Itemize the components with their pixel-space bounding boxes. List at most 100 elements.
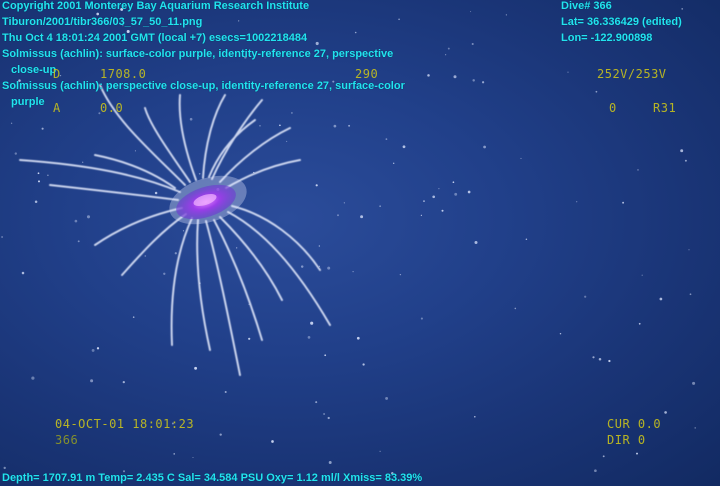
jellyfish-tentacles (19, 84, 331, 376)
particle (420, 317, 423, 320)
particle (224, 390, 227, 394)
particle (238, 20, 240, 22)
particle (1, 236, 4, 238)
hud-altitude-value: 0.0 (100, 101, 124, 115)
sensor-readout: Depth= 1707.91 m Temp= 2.435 C Sal= 34.5… (2, 472, 423, 484)
latitude: Lat= 36.336429 (edited) (561, 16, 682, 28)
tentacle (144, 107, 191, 183)
particle (3, 466, 6, 470)
particle (379, 205, 381, 207)
particle (14, 152, 17, 155)
tentacle (219, 216, 283, 301)
particle (96, 347, 100, 350)
particle (472, 79, 475, 82)
particle (474, 415, 476, 418)
particle (641, 274, 643, 276)
particle (393, 162, 395, 164)
particle (37, 180, 41, 183)
particle (279, 124, 281, 127)
particle (96, 12, 100, 16)
particle (379, 450, 381, 452)
hud-date-time: 04-OCT-01 18:01:23 (55, 417, 195, 431)
particle (41, 127, 44, 130)
particle (471, 42, 474, 46)
hud-voltage: 252V/253V (597, 67, 667, 81)
particle (348, 124, 351, 127)
particle (356, 336, 360, 340)
particle (122, 380, 125, 384)
particle (144, 255, 147, 257)
hud-current: CUR 0.0 (607, 417, 662, 431)
particle (354, 31, 357, 34)
particle (189, 117, 193, 121)
particle (182, 230, 185, 232)
particle (481, 81, 485, 84)
particle (467, 190, 471, 194)
particle (300, 265, 304, 268)
copyright-text: Copyright 2001 Monterey Bay Aquarium Res… (2, 0, 310, 12)
particle (447, 47, 450, 50)
particle (333, 124, 337, 128)
particle (318, 245, 320, 247)
particle (402, 145, 406, 149)
particle (337, 214, 339, 217)
tentacle (49, 184, 179, 201)
tentacle (211, 99, 263, 180)
particle (360, 215, 364, 219)
particle (559, 332, 562, 335)
particle (327, 416, 330, 420)
dive-number: Dive# 366 (561, 0, 612, 12)
annotation-2-line-2: purple (11, 96, 45, 108)
particle (427, 74, 430, 77)
particle (608, 359, 611, 363)
particle (453, 75, 457, 79)
particle (352, 270, 354, 273)
particle (622, 201, 625, 204)
particle (154, 191, 158, 195)
particle (173, 453, 175, 455)
particle (420, 214, 422, 216)
tentacle (213, 219, 263, 341)
particle (324, 354, 327, 357)
particle (505, 14, 508, 16)
particle (520, 157, 522, 159)
particle (399, 273, 402, 276)
particle (315, 41, 319, 46)
particle (688, 249, 690, 251)
particle (310, 321, 314, 325)
particle (90, 379, 94, 383)
particle (664, 411, 667, 414)
particle (77, 240, 80, 243)
particle (438, 188, 440, 190)
particle (91, 348, 95, 352)
particle (315, 401, 318, 404)
particle (174, 252, 177, 255)
particle (271, 440, 274, 443)
tentacle (196, 219, 211, 351)
hud-depth-label: D (53, 67, 61, 81)
particle (323, 413, 326, 415)
particle (343, 202, 345, 204)
hud-zero: 0 (609, 101, 617, 115)
particle (192, 456, 194, 459)
particle (290, 111, 293, 114)
particle (659, 297, 663, 301)
particle (598, 357, 602, 361)
tentacle (170, 217, 193, 346)
particle (684, 159, 687, 162)
particle (470, 11, 472, 13)
video-frame: Copyright 2001 Monterey Bay Aquarium Res… (0, 0, 720, 486)
particle (134, 150, 136, 152)
particle (315, 184, 318, 187)
particle (328, 461, 332, 464)
hud-direction: DIR 0 (607, 433, 646, 447)
particle (681, 8, 684, 10)
particle (592, 356, 595, 359)
particle (514, 307, 517, 310)
particle (194, 366, 198, 370)
particle (689, 293, 692, 296)
tentacle (205, 220, 241, 376)
particle (37, 172, 40, 175)
hud-depth-value: 1708.0 (100, 67, 147, 81)
particle (595, 90, 598, 93)
